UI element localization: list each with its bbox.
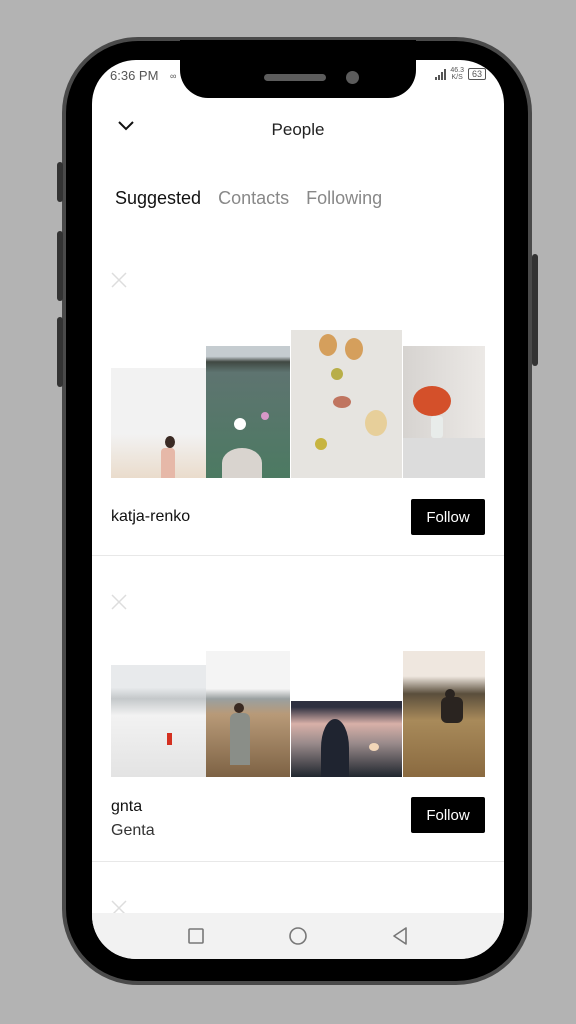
front-camera xyxy=(346,71,359,84)
close-icon[interactable] xyxy=(111,594,127,610)
net-speed-unit: K/S xyxy=(451,74,463,81)
net-speed: 46.3 K/S xyxy=(450,67,464,81)
divider xyxy=(92,861,504,862)
home-button[interactable] xyxy=(288,926,308,946)
side-button-3 xyxy=(57,317,63,387)
follow-button[interactable]: Follow xyxy=(411,499,485,535)
username[interactable]: katja-renko xyxy=(111,508,190,526)
side-button-2 xyxy=(57,231,63,301)
photo-red-tulips[interactable] xyxy=(403,346,485,478)
photo-collage[interactable] xyxy=(111,651,485,777)
photo-sunset-silhouette[interactable] xyxy=(291,701,402,777)
net-speed-value: 46.3 xyxy=(450,67,464,74)
follow-button[interactable]: Follow xyxy=(411,797,485,833)
power-button xyxy=(532,254,538,366)
back-button[interactable] xyxy=(390,926,410,946)
signal-icon xyxy=(435,68,447,80)
close-icon[interactable] xyxy=(111,272,127,288)
tabs: Suggested Contacts Following xyxy=(115,188,382,209)
triangle-back-icon xyxy=(393,927,407,945)
photo-flowers-lake[interactable] xyxy=(206,346,290,478)
phone-notch xyxy=(180,40,416,98)
page-title: People xyxy=(271,120,325,139)
status-time: 6:36 PM xyxy=(110,68,159,83)
speaker xyxy=(264,74,326,81)
photo-field-sitting[interactable] xyxy=(403,651,485,777)
system-nav-bar xyxy=(92,913,504,959)
square-icon xyxy=(188,928,204,944)
circle-icon xyxy=(289,927,307,945)
battery-icon: 63 xyxy=(467,68,486,80)
side-button-1 xyxy=(57,162,63,202)
tab-contacts[interactable]: Contacts xyxy=(218,188,289,209)
status-link-icon: ∞ xyxy=(170,71,177,81)
username[interactable]: gnta xyxy=(111,798,142,816)
divider xyxy=(92,555,504,556)
status-right: 46.3 K/S 63 xyxy=(435,67,486,81)
tab-following[interactable]: Following xyxy=(306,188,382,209)
header: People xyxy=(92,110,504,150)
screen: 6:36 PM ∞ 46.3 K/S 63 People Suggested C… xyxy=(92,60,504,959)
tab-suggested[interactable]: Suggested xyxy=(115,188,201,209)
photo-collage[interactable] xyxy=(111,330,485,478)
photo-dried-fruits[interactable] xyxy=(291,330,402,478)
photo-person-in-grass[interactable] xyxy=(206,651,290,777)
display-name: Genta xyxy=(111,822,155,839)
recent-apps-button[interactable] xyxy=(186,926,206,946)
